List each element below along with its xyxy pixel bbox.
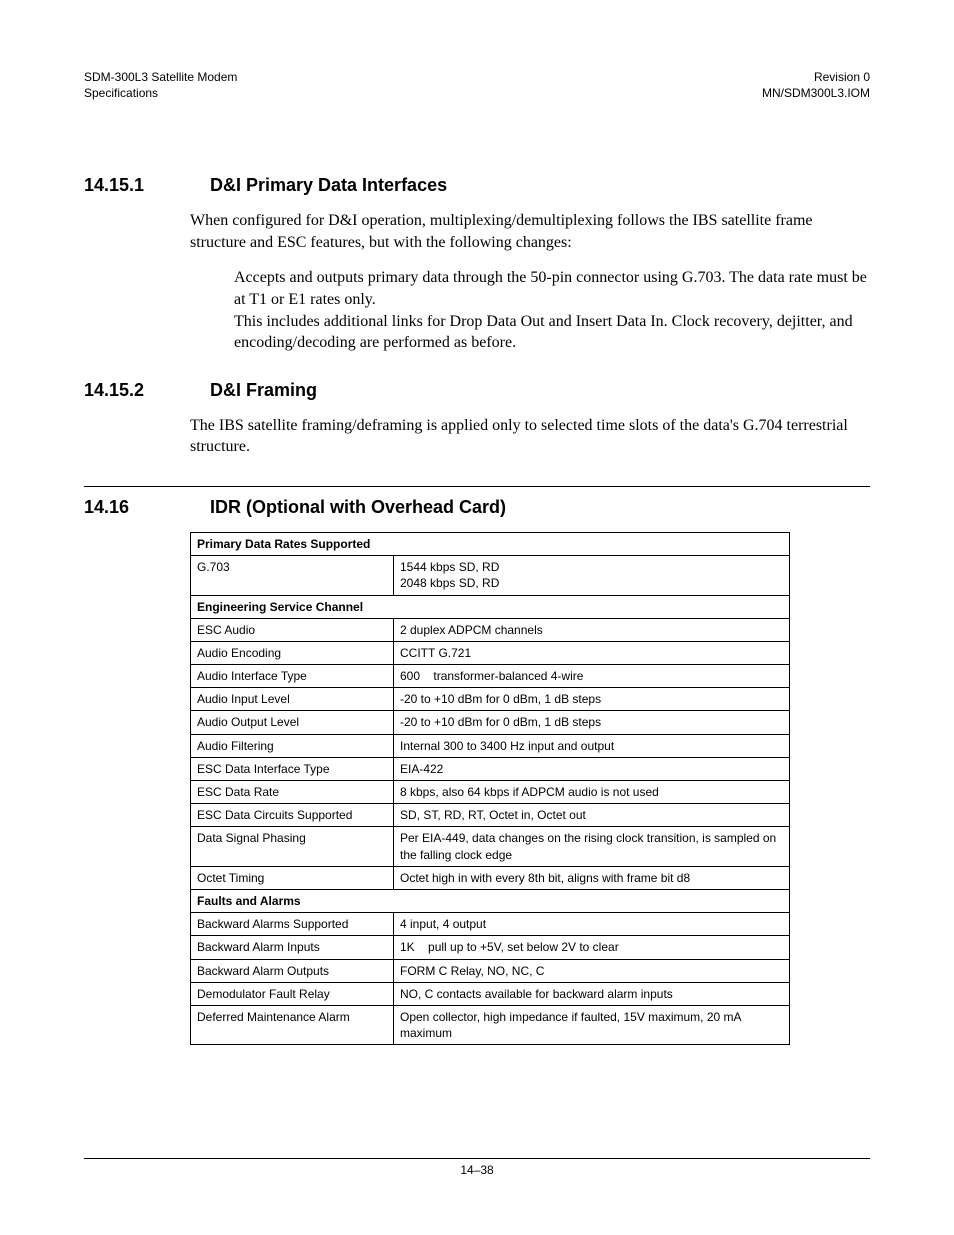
table-cell-label: Audio Input Level bbox=[191, 688, 394, 711]
table-cell-value: 1K pull up to +5V, set below 2V to clear bbox=[394, 936, 790, 959]
value-line: 1544 kbps SD, RD bbox=[400, 559, 783, 575]
running-header: SDM-300L3 Satellite Modem Specifications… bbox=[84, 70, 870, 101]
table-cell-label: ESC Audio bbox=[191, 618, 394, 641]
table-cell-label: Audio Encoding bbox=[191, 641, 394, 664]
table-cell-value: 4 input, 4 output bbox=[394, 913, 790, 936]
paragraph: When configured for D&I operation, multi… bbox=[190, 210, 870, 253]
table-row: Backward Alarm Inputs 1K pull up to +5V,… bbox=[191, 936, 790, 959]
table-row: Backward Alarms Supported 4 input, 4 out… bbox=[191, 913, 790, 936]
header-left-line1: SDM-300L3 Satellite Modem bbox=[84, 70, 237, 86]
table-row: Audio Encoding CCITT G.721 bbox=[191, 641, 790, 664]
table-subheader: Engineering Service Channel bbox=[191, 595, 790, 618]
table-cell-value: 1544 kbps SD, RD 2048 kbps SD, RD bbox=[394, 556, 790, 595]
spec-table: Primary Data Rates Supported G.703 1544 … bbox=[190, 532, 790, 1045]
section-number: 14.15.2 bbox=[84, 380, 164, 401]
paragraph: The IBS satellite framing/deframing is a… bbox=[190, 415, 870, 458]
table-cell-value: EIA-422 bbox=[394, 757, 790, 780]
page-footer: 14–38 bbox=[84, 1158, 870, 1177]
section-title: D&I Framing bbox=[210, 380, 317, 401]
section-number: 14.15.1 bbox=[84, 175, 164, 196]
table-cell-value: CCITT G.721 bbox=[394, 641, 790, 664]
indented-block: Accepts and outputs primary data through… bbox=[234, 267, 870, 353]
page-number: 14–38 bbox=[84, 1163, 870, 1177]
table-cell-label: Audio Filtering bbox=[191, 734, 394, 757]
table-cell-label: Backward Alarms Supported bbox=[191, 913, 394, 936]
table-subheader: Faults and Alarms bbox=[191, 889, 790, 912]
running-header-left: SDM-300L3 Satellite Modem Specifications bbox=[84, 70, 237, 101]
table-subheader-row: Engineering Service Channel bbox=[191, 595, 790, 618]
table-cell-value: NO, C contacts available for backward al… bbox=[394, 982, 790, 1005]
table-row: ESC Audio 2 duplex ADPCM channels bbox=[191, 618, 790, 641]
table-cell-label: Demodulator Fault Relay bbox=[191, 982, 394, 1005]
running-header-right: Revision 0 MN/SDM300L3.IOM bbox=[762, 70, 870, 101]
table-cell-label: Backward Alarm Outputs bbox=[191, 959, 394, 982]
table-cell-value: 600 transformer-balanced 4-wire bbox=[394, 665, 790, 688]
table-subheader: Primary Data Rates Supported bbox=[191, 532, 790, 555]
table-cell-label: Audio Interface Type bbox=[191, 665, 394, 688]
table-cell-value: Per EIA-449, data changes on the rising … bbox=[394, 827, 790, 866]
table-cell-value: 2 duplex ADPCM channels bbox=[394, 618, 790, 641]
table-cell-value: 8 kbps, also 64 kbps if ADPCM audio is n… bbox=[394, 781, 790, 804]
section-body: The IBS satellite framing/deframing is a… bbox=[190, 415, 870, 458]
table-cell-label: G.703 bbox=[191, 556, 394, 595]
table-cell-value: Octet high in with every 8th bit, aligns… bbox=[394, 866, 790, 889]
section-title: IDR (Optional with Overhead Card) bbox=[210, 497, 506, 518]
table-cell-label: Backward Alarm Inputs bbox=[191, 936, 394, 959]
paragraph: This includes additional links for Drop … bbox=[234, 311, 870, 354]
table-row: Audio Output Level -20 to +10 dBm for 0 … bbox=[191, 711, 790, 734]
header-right-line1: Revision 0 bbox=[762, 70, 870, 86]
table-cell-label: Data Signal Phasing bbox=[191, 827, 394, 866]
page: SDM-300L3 Satellite Modem Specifications… bbox=[0, 0, 954, 1235]
footer-rule bbox=[84, 1158, 870, 1159]
table-cell-value: -20 to +10 dBm for 0 dBm, 1 dB steps bbox=[394, 711, 790, 734]
paragraph: Accepts and outputs primary data through… bbox=[234, 267, 870, 310]
table-row: Audio Interface Type 600 transformer-bal… bbox=[191, 665, 790, 688]
header-right-line2: MN/SDM300L3.IOM bbox=[762, 86, 870, 102]
table-cell-value: -20 to +10 dBm for 0 dBm, 1 dB steps bbox=[394, 688, 790, 711]
table-cell-label: Audio Output Level bbox=[191, 711, 394, 734]
section-idr: 14.16 IDR (Optional with Overhead Card) bbox=[84, 497, 870, 518]
section-number: 14.16 bbox=[84, 497, 164, 518]
table-row: ESC Data Rate 8 kbps, also 64 kbps if AD… bbox=[191, 781, 790, 804]
section-heading: 14.15.2 D&I Framing bbox=[84, 380, 870, 401]
section-heading: 14.16 IDR (Optional with Overhead Card) bbox=[84, 497, 870, 518]
value-line: 2048 kbps SD, RD bbox=[400, 575, 783, 591]
table-cell-value: Open collector, high impedance if faulte… bbox=[394, 1005, 790, 1044]
table-cell-value: FORM C Relay, NO, NC, C bbox=[394, 959, 790, 982]
section-rule bbox=[84, 486, 870, 487]
section-heading: 14.15.1 D&I Primary Data Interfaces bbox=[84, 175, 870, 196]
section-di-primary: 14.15.1 D&I Primary Data Interfaces When… bbox=[84, 175, 870, 354]
table-cell-label: Octet Timing bbox=[191, 866, 394, 889]
table-cell-label: ESC Data Rate bbox=[191, 781, 394, 804]
table-row: Audio Filtering Internal 300 to 3400 Hz … bbox=[191, 734, 790, 757]
table-row: Audio Input Level -20 to +10 dBm for 0 d… bbox=[191, 688, 790, 711]
table-cell-label: ESC Data Interface Type bbox=[191, 757, 394, 780]
table-cell-label: ESC Data Circuits Supported bbox=[191, 804, 394, 827]
section-body: When configured for D&I operation, multi… bbox=[190, 210, 870, 354]
table-row: Demodulator Fault Relay NO, C contacts a… bbox=[191, 982, 790, 1005]
table-cell-label: Deferred Maintenance Alarm bbox=[191, 1005, 394, 1044]
table-row: Backward Alarm Outputs FORM C Relay, NO,… bbox=[191, 959, 790, 982]
table-subheader-row: Faults and Alarms bbox=[191, 889, 790, 912]
table-row: Data Signal Phasing Per EIA-449, data ch… bbox=[191, 827, 790, 866]
table-row: Deferred Maintenance Alarm Open collecto… bbox=[191, 1005, 790, 1044]
table-row: ESC Data Interface Type EIA-422 bbox=[191, 757, 790, 780]
table-cell-value: Internal 300 to 3400 Hz input and output bbox=[394, 734, 790, 757]
table-row: G.703 1544 kbps SD, RD 2048 kbps SD, RD bbox=[191, 556, 790, 595]
table-row: ESC Data Circuits Supported SD, ST, RD, … bbox=[191, 804, 790, 827]
table-subheader-row: Primary Data Rates Supported bbox=[191, 532, 790, 555]
section-di-framing: 14.15.2 D&I Framing The IBS satellite fr… bbox=[84, 380, 870, 458]
header-left-line2: Specifications bbox=[84, 86, 237, 102]
table-cell-value: SD, ST, RD, RT, Octet in, Octet out bbox=[394, 804, 790, 827]
table-row: Octet Timing Octet high in with every 8t… bbox=[191, 866, 790, 889]
section-title: D&I Primary Data Interfaces bbox=[210, 175, 447, 196]
